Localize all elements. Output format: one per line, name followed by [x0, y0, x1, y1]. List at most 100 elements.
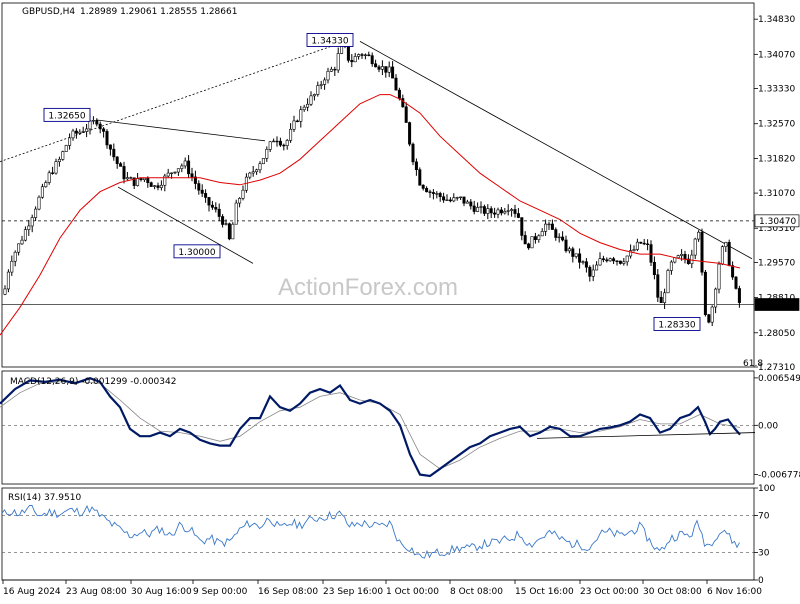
- candle: [367, 51, 371, 57]
- candle: [595, 261, 599, 271]
- candle: [513, 204, 517, 218]
- candle: [326, 67, 330, 84]
- candle: [588, 265, 592, 282]
- candle-body: [656, 274, 660, 298]
- candle-body: [17, 243, 21, 253]
- candle: [700, 228, 704, 276]
- candle-body: [530, 236, 534, 249]
- candle: [724, 241, 728, 253]
- candle-body: [78, 131, 82, 134]
- candle-body: [567, 248, 571, 252]
- candle: [153, 185, 157, 190]
- candle: [193, 170, 197, 190]
- candle: [489, 206, 493, 219]
- candle: [540, 228, 544, 237]
- candle: [61, 150, 65, 161]
- candle-body: [618, 260, 622, 264]
- candle-body: [588, 266, 592, 277]
- candle-body: [397, 89, 401, 99]
- time-tick-label: 1 Oct 00:00: [386, 587, 439, 597]
- candle: [414, 158, 418, 176]
- candle: [506, 204, 510, 216]
- candle-body: [214, 207, 218, 210]
- candle-body: [724, 242, 728, 247]
- candle-body: [346, 46, 350, 61]
- candle-body: [122, 166, 126, 180]
- candle-body: [462, 196, 466, 204]
- candle: [47, 170, 51, 185]
- candle-body: [608, 258, 612, 262]
- candle-body: [357, 54, 361, 57]
- candle-body: [61, 151, 65, 160]
- candle: [78, 129, 82, 135]
- candle-body: [544, 223, 548, 232]
- candle-body: [306, 103, 310, 108]
- candle: [683, 250, 687, 264]
- candle-body: [639, 241, 643, 244]
- candle: [159, 180, 163, 191]
- candle: [707, 313, 711, 324]
- candle-body: [482, 206, 486, 214]
- candle: [697, 230, 701, 242]
- candle-body: [442, 196, 446, 201]
- candle: [584, 258, 588, 273]
- candle: [98, 121, 102, 134]
- candle-body: [153, 185, 157, 187]
- candle: [438, 191, 442, 202]
- candle: [102, 127, 106, 138]
- candle-body: [238, 198, 242, 204]
- candle: [278, 137, 282, 147]
- candle-body: [108, 144, 112, 150]
- candle: [210, 200, 214, 210]
- candle-body: [489, 208, 493, 214]
- candle-body: [241, 189, 245, 199]
- candle: [693, 237, 697, 260]
- rsi-label: RSI(14) 37.9510: [8, 493, 81, 503]
- candle-body: [105, 131, 109, 146]
- trendline-1: [96, 119, 266, 142]
- candle: [10, 255, 14, 276]
- candle-body: [673, 257, 677, 263]
- price-tick-label: 1.28050: [758, 329, 795, 339]
- candle-body: [435, 193, 439, 195]
- candle-body: [557, 236, 561, 239]
- candle: [71, 128, 75, 141]
- candle-body: [646, 243, 650, 245]
- candle: [605, 257, 609, 263]
- candle: [166, 168, 170, 178]
- candle-body: [3, 288, 7, 295]
- candle: [561, 231, 565, 242]
- candle-body: [391, 66, 395, 79]
- candle-body: [676, 255, 680, 259]
- candle-body: [319, 84, 323, 86]
- candle: [554, 227, 558, 241]
- candle: [387, 61, 391, 78]
- candle: [34, 206, 38, 222]
- candle: [622, 258, 626, 266]
- candle-body: [459, 196, 463, 199]
- candle-body: [170, 172, 174, 174]
- candle: [85, 123, 89, 138]
- candle-body: [428, 191, 432, 193]
- candle: [363, 53, 367, 60]
- candle-body: [727, 242, 731, 266]
- candle-body: [578, 253, 582, 263]
- candle: [533, 232, 537, 244]
- candle-body: [537, 235, 541, 240]
- candle: [91, 116, 95, 125]
- candle-body: [268, 141, 272, 150]
- candle-body: [601, 258, 605, 261]
- candle-body: [180, 165, 184, 169]
- candle-body: [156, 185, 160, 188]
- candle: [527, 242, 531, 250]
- candle-body: [34, 208, 38, 218]
- panel-frame-2: [1, 487, 755, 581]
- candle-body: [408, 122, 412, 145]
- candle: [176, 168, 180, 176]
- candle-body: [187, 160, 191, 175]
- candle-body: [649, 244, 653, 263]
- candle: [714, 287, 718, 314]
- candle-body: [265, 149, 269, 159]
- candle: [537, 234, 541, 243]
- candle: [574, 253, 578, 259]
